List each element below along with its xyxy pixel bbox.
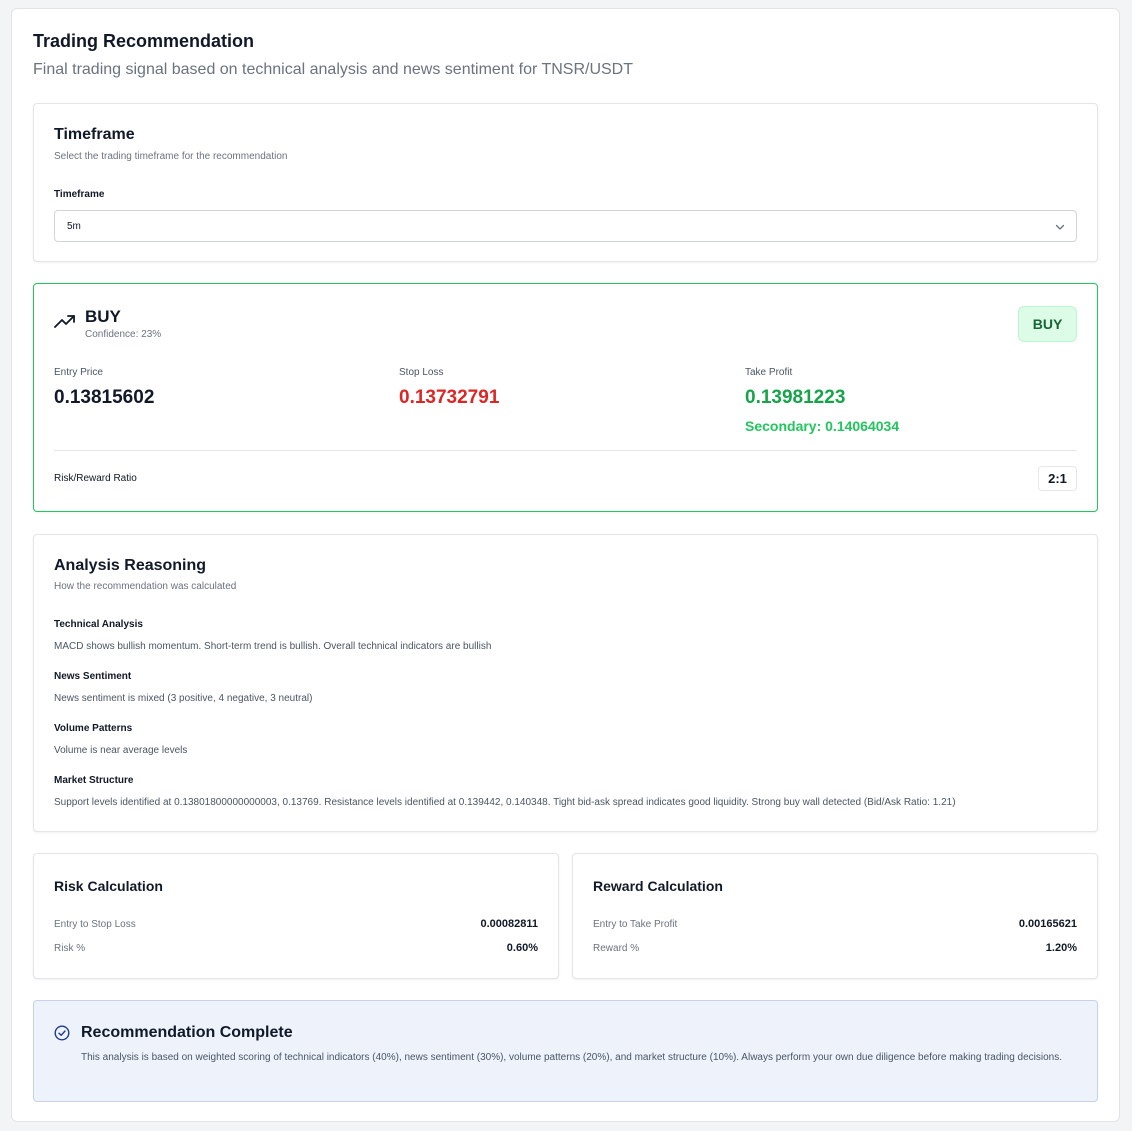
risk-row-label: Entry to Stop Loss: [54, 919, 136, 930]
risk-row-value: 0.00082811: [480, 918, 538, 930]
confidence-text: Confidence: 23%: [85, 329, 162, 340]
timeframe-field-label: Timeframe: [54, 189, 105, 200]
timeframe-card-description: Select the trading timeframe for the rec…: [54, 151, 288, 162]
signal-badge: BUY: [1018, 306, 1077, 342]
analysis-section-text: MACD shows bullish momentum. Short-term …: [54, 641, 492, 652]
analysis-card: Analysis Reasoning How the recommendatio…: [33, 534, 1098, 832]
entry-price-label: Entry Price: [54, 367, 103, 378]
signal-title: BUY: [85, 307, 121, 326]
risk-percent-value: 0.60%: [506, 942, 538, 954]
take-profit-value: 0.13981223: [745, 387, 846, 408]
timeframe-card-title: Timeframe: [54, 126, 135, 143]
analysis-section-heading: News Sentiment: [54, 671, 132, 682]
risk-reward-value: 2:1: [1038, 466, 1077, 491]
recommendation-complete-banner: Recommendation Complete This analysis is…: [33, 1000, 1098, 1102]
stop-loss-value: 0.13732791: [399, 387, 500, 408]
reward-card-title: Reward Calculation: [593, 878, 723, 894]
page-subtitle: Final trading signal based on technical …: [33, 61, 633, 78]
risk-reward-label: Risk/Reward Ratio: [54, 473, 137, 484]
signal-card: BUY Confidence: 23% BUY Entry Price 0.13…: [33, 283, 1098, 512]
analysis-section-text: News sentiment is mixed (3 positive, 4 n…: [54, 693, 313, 704]
stop-loss-label: Stop Loss: [399, 367, 444, 378]
complete-title: Recommendation Complete: [81, 1024, 293, 1041]
timeframe-card: Timeframe Select the trading timeframe f…: [33, 103, 1098, 262]
secondary-target: Secondary: 0.14064034: [745, 418, 900, 434]
analysis-section-text: Volume is near average levels: [54, 745, 188, 756]
take-profit-label: Take Profit: [745, 367, 793, 378]
analysis-section-heading: Market Structure: [54, 775, 134, 786]
risk-card-title: Risk Calculation: [54, 878, 163, 894]
risk-percent-label: Risk %: [54, 943, 86, 954]
analysis-card-description: How the recommendation was calculated: [54, 581, 237, 592]
risk-calculation-card: Risk Calculation Entry to Stop Loss 0.00…: [33, 853, 559, 979]
recommendation-panel: Trading Recommendation Final trading sig…: [11, 8, 1120, 1122]
reward-percent-value: 1.20%: [1045, 942, 1077, 954]
page-title: Trading Recommendation: [33, 31, 255, 51]
complete-text: This analysis is based on weighted scori…: [81, 1052, 1063, 1063]
divider: [54, 450, 1077, 451]
reward-calculation-card: Reward Calculation Entry to Take Profit …: [572, 853, 1098, 979]
timeframe-select[interactable]: 5m: [54, 210, 1077, 242]
reward-row-value: 0.00165621: [1018, 918, 1077, 930]
timeframe-select-value: 5m: [67, 221, 81, 232]
analysis-section-heading: Volume Patterns: [54, 723, 133, 734]
analysis-card-title: Analysis Reasoning: [54, 557, 207, 574]
check-circle-icon: [54, 1025, 70, 1041]
analysis-section-text: Support levels identified at 0.138018000…: [54, 797, 956, 808]
entry-price-value: 0.13815602: [54, 387, 155, 408]
analysis-section-heading: Technical Analysis: [54, 619, 143, 630]
reward-percent-label: Reward %: [593, 943, 640, 954]
reward-row-label: Entry to Take Profit: [593, 919, 678, 930]
chevron-down-icon: [1055, 224, 1065, 230]
trending-up-icon: [54, 315, 75, 328]
